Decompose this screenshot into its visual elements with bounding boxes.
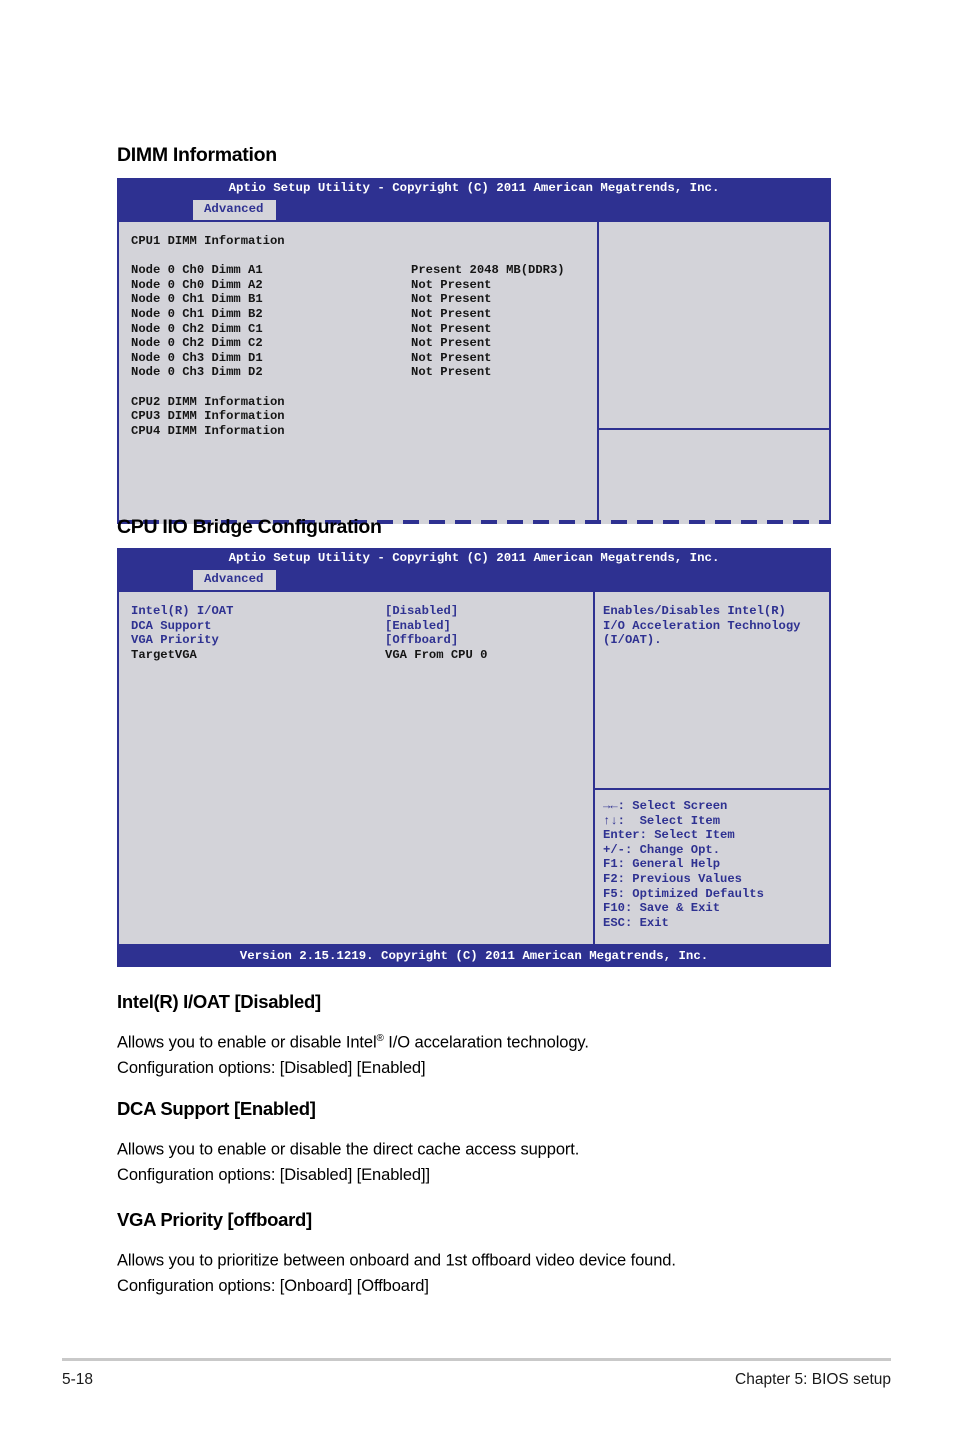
desc-line-1-pre: Allows you to prioritize between onboard… (117, 1251, 676, 1270)
nav-key-f1-general-help: F1: General Help (603, 857, 721, 872)
dimm-section-label: CPU1 DIMM Information (131, 234, 285, 248)
bios-tab-row-iio: Advanced (117, 570, 831, 590)
nav-key-select-screen: →←: Select Screen (603, 799, 728, 813)
nav-key-f5-optimized-defaults: F5: Optimized Defaults (603, 886, 764, 901)
bios-menu-pane-dimm: CPU1 DIMM Information Node 0 Ch0 Dimm A1… (119, 222, 597, 520)
dimm-row: Node 0 Ch2 Dimm C2 Not Present (131, 336, 492, 351)
option-description-intel-ioat: Allows you to enable or disable Intel® I… (117, 1026, 877, 1081)
nav-legend-area (599, 428, 829, 520)
dimm-row: Node 0 Ch1 Dimm B2 Not Present (131, 306, 492, 321)
help-line: I/O Acceleration Technology (603, 618, 801, 633)
footer-divider (62, 1358, 891, 1361)
help-line: Enables/Disables Intel(R) (603, 604, 786, 618)
menu-item-dca-support[interactable]: DCA Support [Enabled] (131, 619, 593, 634)
dimm-row: Node 0 Ch1 Dimm B1 Not Present (131, 292, 492, 307)
nav-key-f10-save-exit: F10: Save & Exit (603, 901, 721, 916)
nav-key-select-item-arrows: ↑↓: Select Item (603, 813, 721, 828)
desc-line-1-pre: Allows you to enable or disable Intel (117, 1033, 377, 1052)
dimm-submenu-cpu2[interactable]: CPU2 DIMM Information (131, 395, 597, 410)
dimm-row: Node 0 Ch3 Dimm D1 Not Present (131, 350, 492, 365)
bios-body-dimm: CPU1 DIMM Information Node 0 Ch0 Dimm A1… (117, 220, 831, 520)
dimm-submenu-cpu3[interactable]: CPU3 DIMM Information (131, 409, 597, 424)
section-heading-cpu-iio-bridge-configuration: CPU IIO Bridge Configuration (117, 516, 382, 538)
dimm-row: Node 0 Ch2 Dimm C1 Not Present (131, 321, 492, 336)
registered-trademark-icon: ® (376, 1033, 384, 1044)
bios-title-bar-dimm: Aptio Setup Utility - Copyright (C) 2011… (117, 178, 831, 200)
bios-screenshot-dimm: Aptio Setup Utility - Copyright (C) 2011… (117, 178, 831, 524)
tab-advanced[interactable]: Advanced (193, 570, 276, 590)
document-page: DIMM Information Aptio Setup Utility - C… (0, 0, 954, 1438)
option-title-vga-priority: VGA Priority [offboard] (117, 1209, 312, 1230)
bios-tab-row-dimm: Advanced (117, 200, 831, 220)
tab-advanced[interactable]: Advanced (193, 200, 276, 220)
nav-key-change-opt: +/-: Change Opt. (603, 842, 721, 857)
option-description-vga-priority: Allows you to prioritize between onboard… (117, 1244, 907, 1299)
dimm-row: Node 0 Ch3 Dimm D2 Not Present (131, 365, 492, 380)
dimm-row: Node 0 Ch0 Dimm A2 Not Present (131, 277, 492, 292)
bios-title-text: Aptio Setup Utility - Copyright (C) 2011… (228, 551, 720, 565)
chapter-label: Chapter 5: BIOS setup (735, 1371, 891, 1388)
menu-item-targetvga: TargetVGA VGA From CPU 0 (131, 647, 488, 662)
help-text-area (599, 222, 829, 428)
bios-title-bar-iio: Aptio Setup Utility - Copyright (C) 2011… (117, 548, 831, 570)
help-line: (I/OAT). (603, 633, 662, 648)
menu-item-intel-ioat[interactable]: Intel(R) I/OAT [Disabled] (131, 604, 593, 619)
section-heading-dimm-information: DIMM Information (117, 144, 277, 166)
nav-key-f2-previous-values: F2: Previous Values (603, 871, 742, 886)
bios-version-text: Version 2.15.1219. Copyright (C) 2011 Am… (239, 949, 709, 963)
option-description-dca-support: Allows you to enable or disable the dire… (117, 1133, 877, 1188)
bios-version-footer: Version 2.15.1219. Copyright (C) 2011 Am… (117, 946, 831, 967)
bios-screenshot-iio: Aptio Setup Utility - Copyright (C) 2011… (117, 548, 831, 967)
desc-line-2: Configuration options: [Disabled] [Enabl… (117, 1165, 430, 1184)
desc-line-2: Configuration options: [Onboard] [Offboa… (117, 1276, 429, 1295)
desc-line-1-post: I/O accelaration technology. (383, 1033, 589, 1052)
menu-item-vga-priority[interactable]: VGA Priority [Offboard] (131, 633, 593, 648)
help-text-area: Enables/Disables Intel(R) I/O Accelerati… (595, 592, 829, 788)
dimm-submenu-cpu4[interactable]: CPU4 DIMM Information (131, 424, 597, 439)
desc-line-1-pre: Allows you to enable or disable the dire… (117, 1140, 580, 1159)
bios-help-pane-iio: Enables/Disables Intel(R) I/O Accelerati… (593, 592, 829, 944)
bios-menu-pane-iio: Intel(R) I/OAT [Disabled] DCA Support [E… (119, 592, 593, 944)
nav-key-esc-exit: ESC: Exit (603, 915, 669, 930)
option-title-dca-support: DCA Support [Enabled] (117, 1098, 316, 1119)
dimm-row: Node 0 Ch0 Dimm A1 Present 2048 MB(DDR3) (131, 263, 565, 278)
bios-help-pane-dimm (597, 222, 829, 520)
nav-key-enter: Enter: Select Item (603, 828, 735, 843)
bios-title-text: Aptio Setup Utility - Copyright (C) 2011… (228, 181, 720, 195)
desc-line-2: Configuration options: [Disabled] [Enabl… (117, 1058, 426, 1077)
nav-legend-area: →←: Select Screen ↑↓: Select Item Enter:… (595, 788, 829, 944)
bios-body-iio: Intel(R) I/OAT [Disabled] DCA Support [E… (117, 590, 831, 946)
page-number: 5-18 (62, 1371, 94, 1388)
option-title-intel-ioat: Intel(R) I/OAT [Disabled] (117, 991, 321, 1012)
